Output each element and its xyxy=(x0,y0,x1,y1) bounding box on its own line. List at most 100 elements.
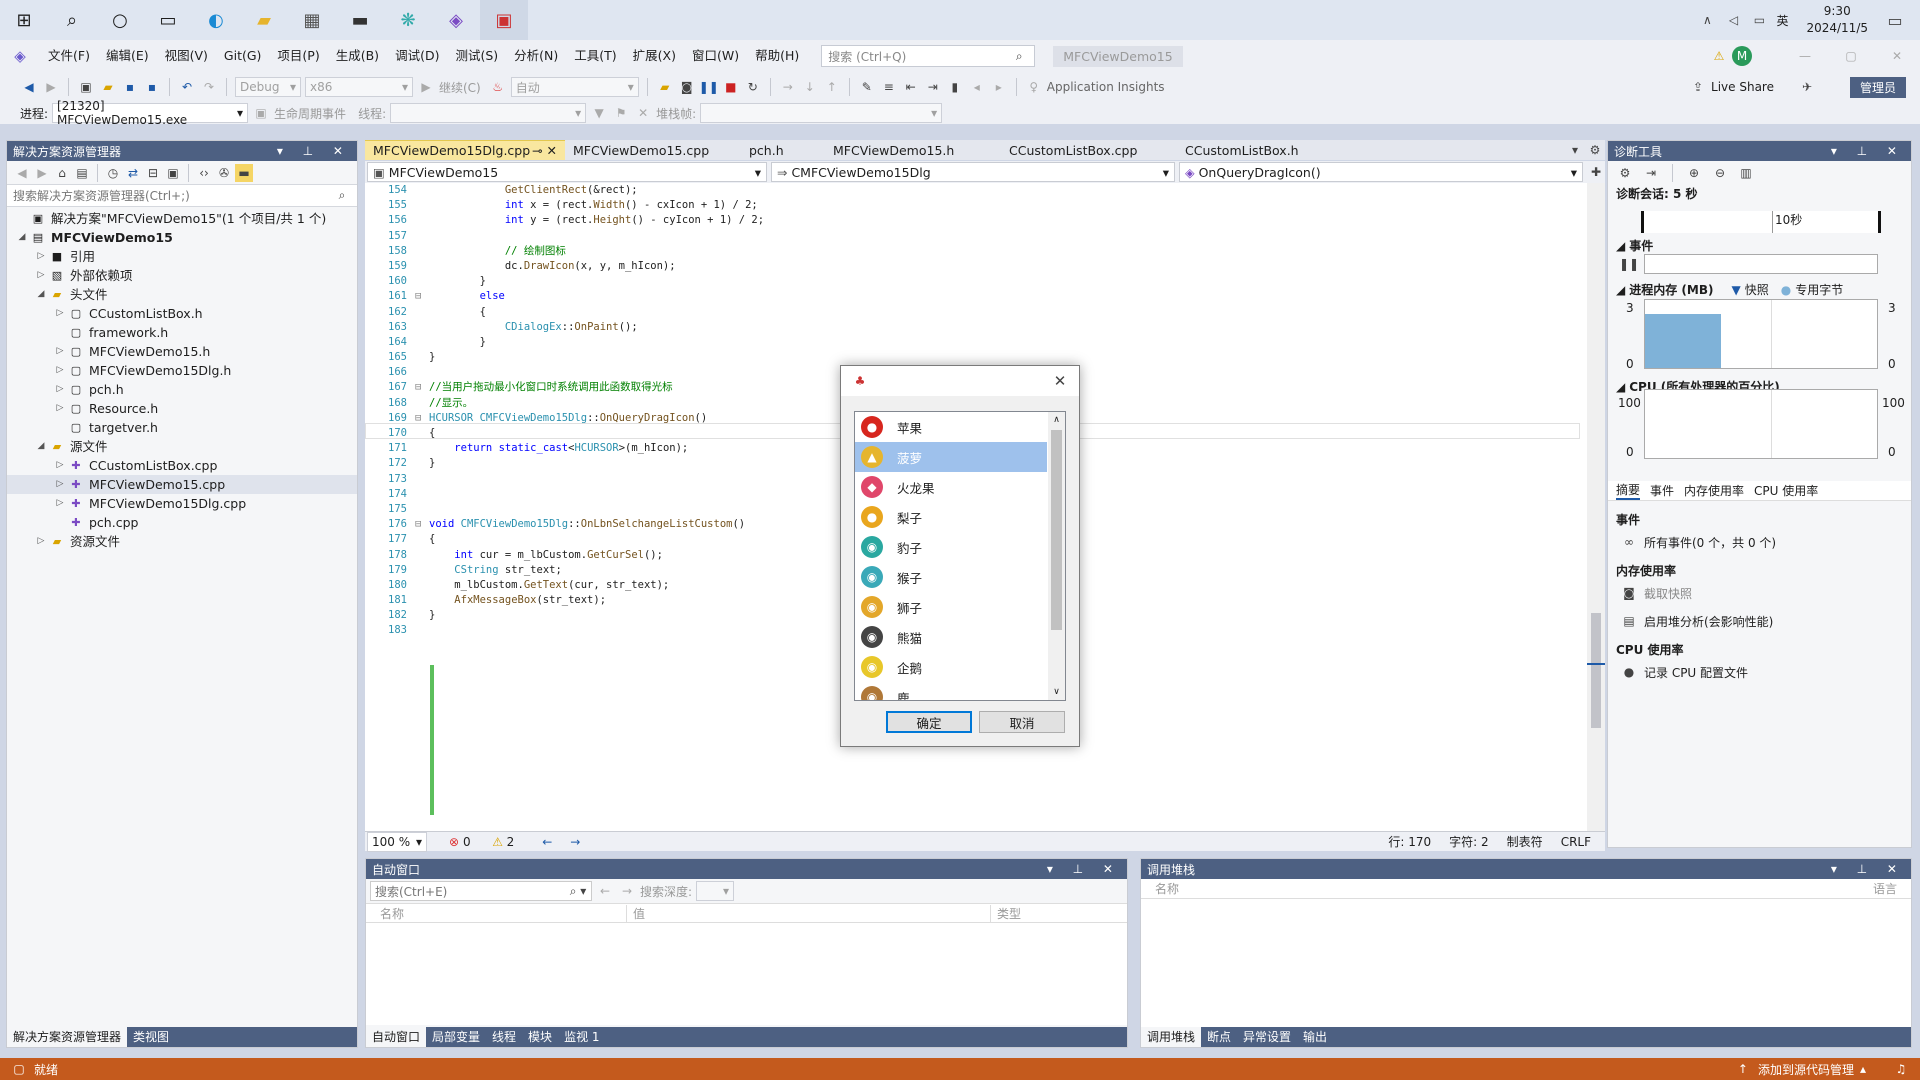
ime-indicator[interactable]: 英 xyxy=(1776,12,1788,29)
zoom-select[interactable]: 100 % ▾ xyxy=(367,831,427,852)
fold-marker[interactable] xyxy=(415,335,429,350)
tab-list-icon[interactable]: ▾ xyxy=(1566,141,1584,159)
expand-arrow-icon[interactable]: ◢ xyxy=(34,285,48,304)
snipping-icon[interactable]: ❋ xyxy=(384,0,432,40)
menu-item[interactable]: 窗口(W) xyxy=(684,40,747,72)
gear-icon[interactable]: ⚙ xyxy=(1616,164,1634,182)
tab-modules[interactable]: 模块 xyxy=(522,1027,558,1047)
tab-call-stack[interactable]: 调用堆栈 xyxy=(1141,1027,1202,1047)
file-explorer-icon[interactable]: ▰ xyxy=(240,0,288,40)
tab-watch1[interactable]: 监视 1 xyxy=(558,1027,605,1047)
fold-marker[interactable] xyxy=(415,563,429,578)
col-name[interactable]: 名称 xyxy=(366,905,626,922)
fold-marker[interactable]: ⊟ xyxy=(415,380,429,395)
task-view-icon[interactable]: ▭ xyxy=(144,0,192,40)
minimize-icon[interactable]: — xyxy=(1782,47,1828,65)
close-tab-icon[interactable]: ⊸ ✕ xyxy=(532,143,557,158)
fold-marker[interactable]: ⊟ xyxy=(415,411,429,426)
screenshot-icon[interactable]: ◙ xyxy=(678,78,696,96)
tree-item[interactable]: ▣ 解决方案"MFCViewDemo15"(1 个项目/共 1 个) xyxy=(7,209,357,228)
fold-marker[interactable] xyxy=(415,441,429,456)
tab-locals[interactable]: 局部变量 xyxy=(426,1027,486,1047)
forward-icon[interactable]: ▶ xyxy=(33,164,51,182)
folder-icon[interactable]: ▰ xyxy=(656,78,674,96)
filter-icon[interactable]: ▼ xyxy=(590,104,608,122)
list-item[interactable]: ▲ 菠萝 xyxy=(855,442,1047,472)
expand-arrow-icon[interactable]: ▷ xyxy=(53,342,67,361)
search-forward-icon[interactable]: → xyxy=(618,882,636,900)
fold-marker[interactable] xyxy=(415,548,429,563)
step-over-icon[interactable]: → xyxy=(779,78,797,96)
expand-arrow-icon[interactable]: ▷ xyxy=(53,475,67,494)
heap-analysis-toggle[interactable]: ▤ 启用堆分析(会影响性能) xyxy=(1620,612,1773,630)
save-icon[interactable]: ▪ xyxy=(121,78,139,96)
tree-item[interactable]: ◢ ▤ MFCViewDemo15 xyxy=(7,228,357,247)
col-value[interactable]: 值 xyxy=(626,904,990,922)
fold-marker[interactable] xyxy=(415,365,429,380)
fold-marker[interactable] xyxy=(415,608,429,623)
tree-item[interactable]: ▷ ▢ Resource.h xyxy=(7,399,357,418)
listbox-scrollbar[interactable]: ∧ ∨ xyxy=(1048,412,1065,700)
fold-marker[interactable] xyxy=(415,456,429,471)
menu-item[interactable]: 项目(P) xyxy=(269,40,327,72)
col-language[interactable]: 语言 xyxy=(1873,880,1897,897)
fold-marker[interactable]: ⊟ xyxy=(415,289,429,304)
tab-exception-settings[interactable]: 异常设置 xyxy=(1237,1027,1297,1047)
code-line[interactable]: 160 } xyxy=(365,274,1580,289)
col-name[interactable]: 名称 xyxy=(1155,880,1179,897)
list-item[interactable]: ◆ 火龙果 xyxy=(855,472,1047,502)
tab-class-view[interactable]: 类视图 xyxy=(127,1027,175,1047)
lightbulb-icon[interactable]: ♀ xyxy=(1025,78,1043,96)
app-icon[interactable]: ▣ xyxy=(480,0,528,40)
maximize-icon[interactable]: ▢ xyxy=(1828,47,1874,65)
edge-icon[interactable]: ◐ xyxy=(192,0,240,40)
tab-document[interactable]: CCustomListBox.h xyxy=(1177,140,1353,160)
list-item[interactable]: ◉ 狮子 xyxy=(855,592,1047,622)
fold-marker[interactable] xyxy=(415,532,429,547)
restart-icon[interactable]: ↻ xyxy=(744,78,762,96)
bookmark-prev-icon[interactable]: ◂ xyxy=(968,78,986,96)
visual-studio-icon[interactable]: ◈ xyxy=(432,0,480,40)
stack-frame-select[interactable]: ▾ xyxy=(700,103,943,123)
fold-marker[interactable] xyxy=(415,320,429,335)
line-number[interactable]: 行: 170 xyxy=(1388,833,1431,850)
cortana-icon[interactable]: ○ xyxy=(96,0,144,40)
list-item[interactable]: ● 梨子 xyxy=(855,502,1047,532)
expand-arrow-icon[interactable]: ▷ xyxy=(53,304,67,323)
warning-icon[interactable]: ⚠ xyxy=(1710,47,1728,65)
tab-breakpoints[interactable]: 断点 xyxy=(1201,1027,1237,1047)
fold-marker[interactable] xyxy=(415,502,429,517)
expand-arrow-icon[interactable]: ▷ xyxy=(53,456,67,475)
code-icon[interactable]: ‹› xyxy=(195,164,213,182)
expand-arrow-icon[interactable]: ▷ xyxy=(53,494,67,513)
tree-item[interactable]: ▷ ▢ MFCViewDemo15.h xyxy=(7,342,357,361)
tree-item[interactable]: ▷ ✚ CCustomListBox.cpp xyxy=(7,456,357,475)
tab-document[interactable]: MFCViewDemo15.cpp xyxy=(565,140,741,160)
chevron-up-icon[interactable]: ∧ xyxy=(1698,11,1716,29)
menu-item[interactable]: 文件(F) xyxy=(40,40,98,72)
search-icon[interactable]: ⌕ xyxy=(48,0,96,40)
windows-icon[interactable]: ⊞ xyxy=(0,0,48,40)
auto-select[interactable]: 自动 ▾ xyxy=(510,77,639,97)
chart-icon[interactable]: ▥ xyxy=(1737,164,1755,182)
pause-icon[interactable]: ❚❚ xyxy=(1619,255,1639,273)
continue-button[interactable]: 继续(C) xyxy=(439,79,481,96)
format-icon[interactable]: ≡ xyxy=(880,78,898,96)
col-type[interactable]: 类型 xyxy=(990,904,1021,922)
code-line[interactable]: 164 } xyxy=(365,335,1580,350)
class-nav-select[interactable]: ⇒ CMFCViewDemo15Dlg ▾ xyxy=(771,162,1175,182)
speaker-icon[interactable]: ◁ xyxy=(1724,11,1742,29)
menu-item[interactable]: 视图(V) xyxy=(157,40,216,72)
preview-icon[interactable]: ▬ xyxy=(235,163,253,182)
tab-document[interactable]: CCustomListBox.cpp xyxy=(1001,140,1177,160)
menu-item[interactable]: 帮助(H) xyxy=(747,40,807,72)
copy-icon[interactable]: ▣ xyxy=(164,164,182,182)
search-input[interactable]: 搜索 (Ctrl+Q) ⌕ xyxy=(821,45,1036,67)
list-item[interactable]: ◉ 豹子 xyxy=(855,532,1047,562)
flag-clear-icon[interactable]: ✕ xyxy=(634,104,652,122)
bookmark-next-icon[interactable]: ▸ xyxy=(990,78,1008,96)
menu-item[interactable]: Git(G) xyxy=(216,40,270,72)
code-line[interactable]: 162 { xyxy=(365,305,1580,320)
fold-marker[interactable] xyxy=(415,274,429,289)
new-project-icon[interactable]: ▣ xyxy=(77,78,95,96)
